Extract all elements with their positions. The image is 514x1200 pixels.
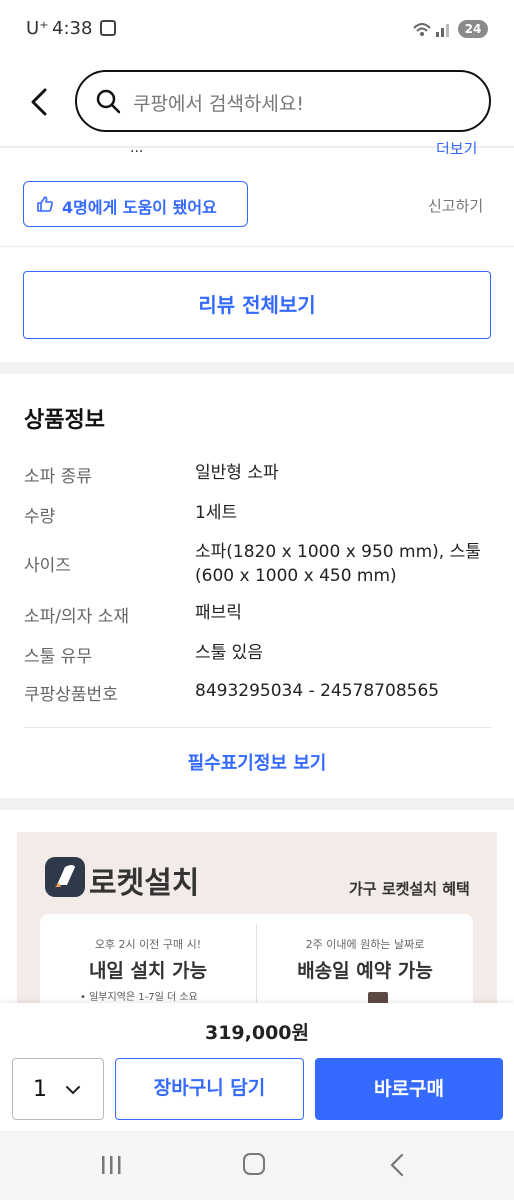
price: 319,000원 (204, 1022, 310, 1044)
helpful-label: 4명에게 도움이 됐어요 (62, 198, 217, 217)
reservation-title: 배송일 예약 가능 (297, 960, 433, 982)
signal-icon (412, 20, 452, 42)
chevron-down-icon (65, 1081, 81, 1095)
mandatory-info-link[interactable]: 필수표기정보 보기 (0, 749, 514, 775)
info-label-size: 사이즈 (24, 556, 71, 576)
section-gap (0, 798, 514, 810)
rocket-install-title: 로켓설치 (89, 866, 200, 901)
info-label-product-number: 쿠팡상품번호 (24, 685, 118, 705)
battery-indicator: 24 (458, 20, 488, 38)
divider (24, 727, 492, 728)
recent-apps-icon[interactable] (100, 1155, 122, 1175)
rocket-icon (45, 857, 85, 897)
divider (0, 246, 514, 247)
search-bar[interactable]: 쿠팡에서 검색하세요! (75, 70, 491, 132)
status-bar: U⁺ 4:38 24 (0, 0, 514, 60)
review-more-link[interactable]: 더보기 (436, 138, 477, 154)
info-value-material: 패브릭 (195, 603, 242, 623)
clock: 4:38 (52, 18, 93, 39)
next-day-subtitle: 오후 2시 이전 구매 시! (94, 938, 202, 951)
quantity-select[interactable]: 1 (12, 1058, 104, 1120)
thumbs-up-icon (36, 195, 54, 213)
back-button[interactable] (28, 88, 52, 116)
helpful-button[interactable]: 4명에게 도움이 됐어요 (23, 181, 248, 227)
next-day-note: • 일부지역은 1-7일 더 소요 (80, 992, 198, 1003)
rocket-install-card: 오후 2시 이전 구매 시! 내일 설치 가능 • 일부지역은 1-7일 더 소… (40, 914, 473, 1007)
all-reviews-button[interactable]: 리뷰 전체보기 (23, 271, 491, 339)
review-text-truncated: ... (130, 140, 144, 156)
search-input[interactable]: 쿠팡에서 검색하세요! (133, 89, 304, 116)
rocket-install-benefit: 가구 로켓설치 혜택 (349, 880, 470, 898)
info-value-stool: 스툴 있음 (195, 643, 263, 663)
add-to-cart-button[interactable]: 장바구니 담기 (115, 1058, 304, 1120)
info-value-product-number: 8493295034 - 24578708565 (195, 681, 440, 701)
info-label-sofa-type: 소파 종류 (24, 467, 92, 487)
next-day-title: 내일 설치 가능 (88, 960, 208, 982)
product-info-title: 상품정보 (24, 408, 105, 433)
reservation-subtitle: 2주 이내에 원하는 날짜로 (305, 938, 425, 951)
search-icon (95, 88, 121, 114)
home-icon[interactable] (243, 1153, 265, 1175)
info-label-material: 소파/의자 소재 (24, 607, 129, 627)
info-value-sofa-type: 일반형 소파 (195, 463, 279, 483)
info-label-quantity: 수량 (24, 507, 56, 527)
buy-now-button[interactable]: 바로구매 (315, 1058, 503, 1120)
screenshot-icon (100, 20, 116, 36)
chevron-left-icon (31, 88, 47, 116)
report-link[interactable]: 신고하기 (428, 195, 483, 216)
info-value-size: 소파(1820 x 1000 x 950 mm), 스툴(600 x 1000 … (195, 542, 481, 586)
carrier-label: U⁺ (26, 18, 49, 39)
info-value-quantity: 1세트 (195, 503, 238, 523)
rocket-install-banner[interactable]: 로켓설치 가구 로켓설치 혜택 오후 2시 이전 구매 시! 내일 설치 가능 … (17, 832, 497, 1007)
nav-back-icon[interactable] (390, 1153, 404, 1177)
info-label-stool: 스툴 유무 (24, 647, 92, 667)
quantity-value: 1 (33, 1077, 47, 1102)
section-gap (0, 362, 514, 374)
